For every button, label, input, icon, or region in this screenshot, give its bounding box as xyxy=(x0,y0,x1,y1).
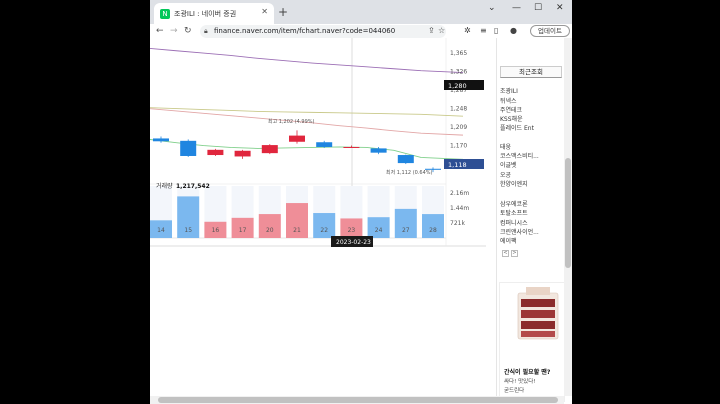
recent-view-sidebar: 최근조회 조광ILI 뒤넥스 주연테크 KSS해운 플레이드 Ent 태웅 코스맥스비티..… xyxy=(496,38,572,404)
sidebar-divider xyxy=(496,38,497,404)
ad-line-1: 싸다! 맛있다! xyxy=(504,379,536,385)
recent-stock-item[interactable]: 주연테크 xyxy=(500,105,522,114)
next-page-button[interactable]: > xyxy=(511,250,518,257)
forward-icon[interactable]: → xyxy=(170,24,178,38)
recent-stock-item[interactable]: 삼우에코론 xyxy=(500,199,528,208)
candle-body[interactable] xyxy=(289,135,305,142)
horizontal-scrollbar[interactable] xyxy=(150,396,564,404)
extensions-icon[interactable]: ✲ xyxy=(464,24,471,38)
moving-average-line-2 xyxy=(150,107,464,117)
reload-icon[interactable]: ↻ xyxy=(184,24,192,38)
profile-avatar-icon[interactable]: ● xyxy=(510,24,517,38)
volume-title: 거래량 xyxy=(156,182,173,190)
minimize-icon[interactable]: — xyxy=(512,3,521,13)
date-tick-label: 23 xyxy=(348,227,356,234)
crosshair-date-label: 2023-02-23 xyxy=(336,239,371,246)
moving-average-line-0 xyxy=(150,48,464,73)
close-window-icon[interactable]: ✕ xyxy=(556,3,564,13)
date-tick-label: 24 xyxy=(375,227,383,234)
horizontal-scrollbar-thumb[interactable] xyxy=(158,397,558,403)
browser-toolbar: ← → ↻ 🔒︎ finance.naver.com/item/fchart.n… xyxy=(150,24,572,38)
volume-bar[interactable] xyxy=(313,213,336,238)
recent-stock-item[interactable]: 에이팩 xyxy=(500,236,517,245)
reading-list-icon[interactable]: ≡ xyxy=(480,24,487,38)
price-tick-label: 1,365 xyxy=(450,50,467,57)
tab-strip: N 조광ILI : 네이버 증권 ✕ + ⌄ — ☐ ✕ xyxy=(150,0,572,24)
date-tick-label: 15 xyxy=(184,227,192,234)
recent-stock-item[interactable]: 플레이드 Ent xyxy=(500,123,534,132)
date-tick-label: 27 xyxy=(402,227,410,234)
candle-body[interactable] xyxy=(234,150,251,157)
address-bar[interactable]: 🔒︎ finance.naver.com/item/fchart.naver?c… xyxy=(200,25,446,38)
stock-chart[interactable]: 1,3651,3261,2871,2481,2091,1701,131 2.16… xyxy=(150,38,496,258)
recent-stock-item[interactable]: 코스맥스비티... xyxy=(500,151,539,160)
tab-search-chevron-down-icon[interactable]: ⌄ xyxy=(488,3,496,13)
recent-stock-item[interactable]: 크린앤사이언... xyxy=(500,227,539,236)
page-content: 1,3651,3261,2871,2481,2091,1701,131 2.16… xyxy=(150,38,572,404)
recent-stock-item[interactable]: 한양이엔지 xyxy=(500,179,528,188)
scrollbar-thumb[interactable] xyxy=(565,158,571,268)
prev-page-button[interactable]: < xyxy=(502,250,509,257)
recent-stock-item[interactable]: 뒤넥스 xyxy=(500,96,517,105)
date-tick-label: 16 xyxy=(212,227,220,234)
recent-stock-item[interactable]: 태웅 xyxy=(500,142,511,151)
high-annotation: 최고 1,202 (4.99%) xyxy=(268,118,315,125)
volume-tick-label: 1.44m xyxy=(450,205,469,212)
menu-icon[interactable]: ⋮ xyxy=(570,24,572,38)
last-price-label: 1,118 xyxy=(448,161,467,169)
recent-stock-item[interactable]: 컴퍼니시스 xyxy=(500,218,528,227)
candle-body[interactable] xyxy=(207,149,224,156)
price-tick-label: 1,248 xyxy=(450,106,467,113)
new-tab-icon[interactable]: + xyxy=(278,5,288,19)
side-panel-icon[interactable]: ▯ xyxy=(494,24,498,38)
url-text: finance.naver.com/item/fchart.naver?code… xyxy=(214,27,396,35)
moving-average-line-3 xyxy=(150,139,464,160)
recent-stock-item[interactable]: 이글벳 xyxy=(500,160,517,169)
date-tick-label: 21 xyxy=(293,227,301,234)
price-tick-label: 1,170 xyxy=(450,143,467,150)
candle-body[interactable] xyxy=(316,142,333,147)
low-annotation: 최저 1,112 (0.64%) xyxy=(386,169,433,176)
candle-body[interactable] xyxy=(180,140,197,156)
share-icon[interactable]: ⇪ xyxy=(428,24,435,38)
vertical-scrollbar[interactable] xyxy=(564,38,572,396)
recent-stock-item[interactable]: 조광ILI xyxy=(500,86,518,95)
date-tick-label: 22 xyxy=(320,227,328,234)
snack-ad-banner[interactable]: 간식이 필요할 땐? 싸다! 맛있다! 굳드린다 xyxy=(499,282,565,402)
update-button[interactable]: 업데이트 xyxy=(530,25,570,37)
candle-body[interactable] xyxy=(370,148,387,153)
candle-body[interactable] xyxy=(397,155,414,164)
volume-tick-label: 2.16m xyxy=(450,190,469,197)
recent-view-header[interactable]: 최근조회 xyxy=(500,66,562,78)
ad-line-2: 굳드린다 xyxy=(504,388,525,394)
candle-body[interactable] xyxy=(261,145,278,154)
maximize-icon[interactable]: ☐ xyxy=(534,3,542,13)
tab-title: 조광ILI : 네이버 증권 xyxy=(174,9,237,18)
ad-title: 간식이 필요할 땐? xyxy=(504,369,551,376)
naver-favicon-icon: N xyxy=(160,8,170,19)
bookmark-star-icon[interactable]: ☆ xyxy=(438,24,445,38)
recent-stock-item[interactable]: 오공 xyxy=(500,170,511,179)
candle-body[interactable] xyxy=(343,146,360,148)
snack-box-image xyxy=(517,287,559,340)
volume-tick-label: 721k xyxy=(450,220,465,227)
recent-stock-item[interactable]: KSS해운 xyxy=(500,114,523,123)
close-icon[interactable]: ✕ xyxy=(261,7,268,16)
candle-body[interactable] xyxy=(153,138,169,142)
lock-icon: 🔒︎ xyxy=(204,27,208,35)
browser-tab[interactable]: N 조광ILI : 네이버 증권 ✕ xyxy=(154,3,274,24)
price-tick-label: 1,209 xyxy=(450,124,467,131)
volume-value: 1,217,542 xyxy=(176,183,210,190)
price-tick-label: 1,326 xyxy=(450,69,467,76)
date-tick-label: 14 xyxy=(157,227,165,234)
date-tick-label: 20 xyxy=(266,227,274,234)
browser-window: N 조광ILI : 네이버 증권 ✕ + ⌄ — ☐ ✕ ← → ↻ 🔒︎ fi… xyxy=(150,0,572,404)
back-icon[interactable]: ← xyxy=(156,24,164,38)
date-tick-label: 17 xyxy=(239,227,247,234)
recent-stock-item[interactable]: 토탈소프트 xyxy=(500,208,528,217)
date-tick-label: 28 xyxy=(429,227,437,234)
current-price-label: 1,280 xyxy=(448,82,467,90)
